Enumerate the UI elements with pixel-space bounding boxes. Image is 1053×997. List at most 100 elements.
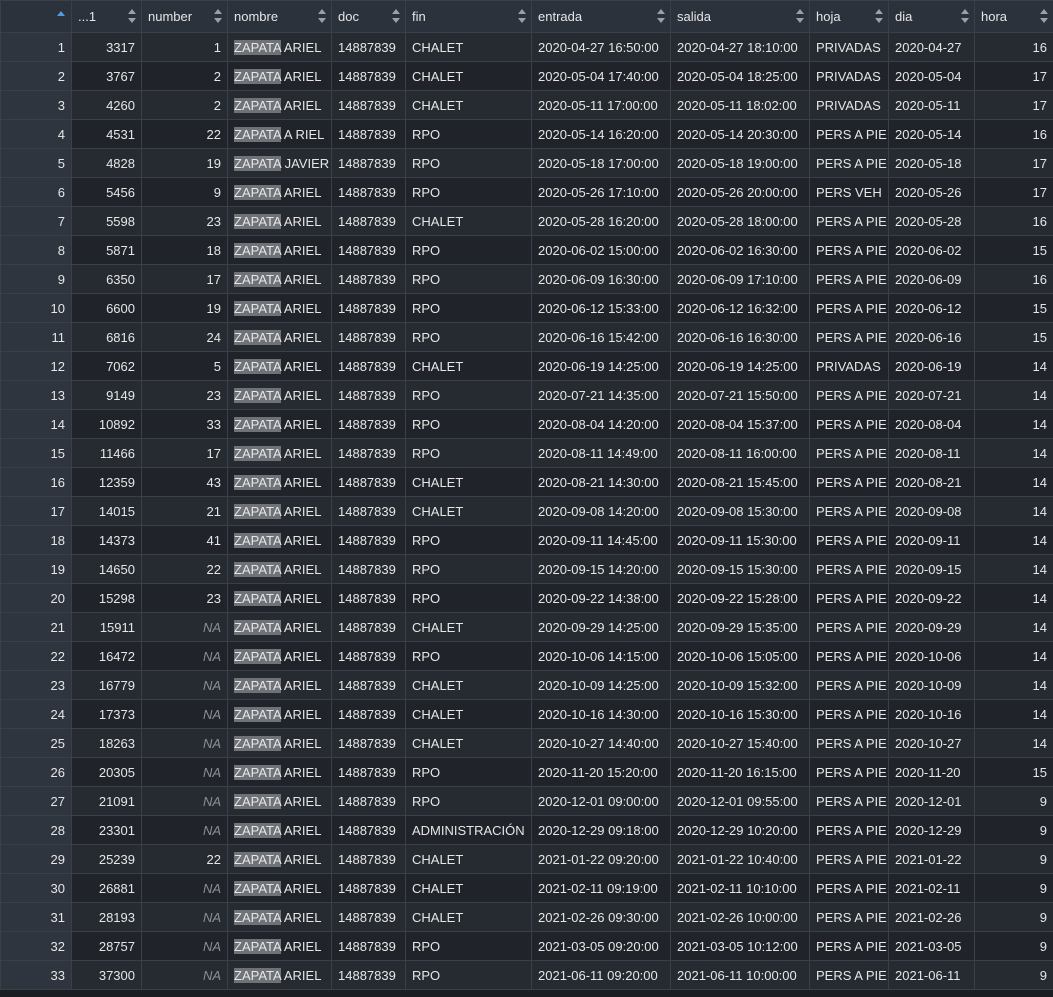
cell-1: 4828 — [71, 148, 142, 178]
cell-number: NA — [141, 902, 228, 932]
cell-dia: 2020-06-02 — [888, 235, 975, 265]
column-header-dia[interactable]: dia — [888, 0, 975, 33]
cell-hora: 14 — [974, 612, 1053, 642]
cell-dia: 2021-02-11 — [888, 873, 975, 903]
sort-icon[interactable] — [518, 9, 526, 23]
cell-hora: 9 — [974, 902, 1053, 932]
table-row: 23 16779 NA ZAPATA ARIEL 14887839 CHALET 2020-… — [0, 670, 1053, 700]
cell-nombre: ZAPATA ARIEL — [227, 728, 332, 758]
sort-icon[interactable] — [1040, 9, 1048, 23]
table-row: 7 5598 23 ZAPATA ARIEL 14887839 CHALET 2020-05… — [0, 206, 1053, 236]
cell-hoja: PERS A PIE — [809, 264, 889, 294]
cell-number: 19 — [141, 293, 228, 323]
column-header-doc[interactable]: doc — [331, 0, 406, 33]
cell-number: 22 — [141, 844, 228, 874]
cell-salida: 2020-05-11 18:02:00 — [670, 90, 810, 120]
sort-icon[interactable] — [128, 9, 136, 23]
nombre-rest: ARIEL — [283, 329, 322, 345]
sort-ascending-icon[interactable] — [57, 11, 65, 16]
cell-1: 23301 — [71, 815, 142, 845]
cell-hora: 14 — [974, 670, 1053, 700]
table-row: 11 6816 24 ZAPATA ARIEL 14887839 RPO 2020-06-1… — [0, 322, 1053, 352]
cell-hoja: PERS A PIE — [809, 496, 889, 526]
cell-fin: RPO — [405, 322, 532, 352]
cell-doc: 14887839 — [331, 496, 406, 526]
cell-number: NA — [141, 757, 228, 787]
cell-hora: 14 — [974, 583, 1053, 613]
sort-icon[interactable] — [392, 9, 400, 23]
table-row: 14 10892 33 ZAPATA ARIEL 14887839 RPO 2020-08-… — [0, 409, 1053, 439]
cell-fin: RPO — [405, 757, 532, 787]
sort-icon[interactable] — [318, 9, 326, 23]
row-index: 20 — [0, 583, 72, 613]
cell-nombre: ZAPATA ARIEL — [227, 32, 332, 62]
cell-dia: 2020-06-09 — [888, 264, 975, 294]
cell-entrada: 2020-10-09 14:25:00 — [531, 670, 671, 700]
cell-doc: 14887839 — [331, 119, 406, 149]
column-header-nombre[interactable]: nombre — [227, 0, 332, 33]
nombre-rest: ARIEL — [283, 648, 322, 664]
cell-hoja: PERS A PIE — [809, 960, 889, 990]
column-header-fin[interactable]: fin — [405, 0, 532, 33]
cell-salida: 2021-02-11 10:10:00 — [670, 873, 810, 903]
sort-icon[interactable] — [875, 9, 883, 23]
cell-hoja: PERS A PIE — [809, 235, 889, 265]
search-highlight: ZAPATA — [234, 474, 281, 490]
cell-1: 5871 — [71, 235, 142, 265]
cell-number: 22 — [141, 554, 228, 584]
cell-number: NA — [141, 960, 228, 990]
cell-doc: 14887839 — [331, 873, 406, 903]
cell-hora: 9 — [974, 931, 1053, 961]
nombre-rest: ARIEL — [283, 213, 322, 229]
cell-entrada: 2020-05-04 17:40:00 — [531, 61, 671, 91]
row-index: 16 — [0, 467, 72, 497]
table-row: 24 17373 NA ZAPATA ARIEL 14887839 CHALET 2020-… — [0, 699, 1053, 729]
cell-nombre: ZAPATA ARIEL — [227, 467, 332, 497]
row-index: 1 — [0, 32, 72, 62]
row-index: 30 — [0, 873, 72, 903]
cell-doc: 14887839 — [331, 380, 406, 410]
cell-nombre: ZAPATA ARIEL — [227, 844, 332, 874]
cell-salida: 2020-09-15 15:30:00 — [670, 554, 810, 584]
column-header-hora[interactable]: hora — [974, 0, 1053, 33]
cell-entrada: 2021-03-05 09:20:00 — [531, 931, 671, 961]
sort-icon[interactable] — [961, 9, 969, 23]
cell-entrada: 2020-10-06 14:15:00 — [531, 641, 671, 671]
cell-entrada: 2020-08-21 14:30:00 — [531, 467, 671, 497]
cell-fin: CHALET — [405, 902, 532, 932]
cell-nombre: ZAPATA A RIEL — [227, 119, 332, 149]
row-index: 7 — [0, 206, 72, 236]
cell-doc: 14887839 — [331, 815, 406, 845]
cell-1: 37300 — [71, 960, 142, 990]
cell-1: 18263 — [71, 728, 142, 758]
column-header-entrada[interactable]: entrada — [531, 0, 671, 33]
column-header-number[interactable]: number — [141, 0, 228, 33]
column-label: nombre — [234, 9, 279, 24]
column-header-salida[interactable]: salida — [670, 0, 810, 33]
column-header-1[interactable]: ...1 — [71, 0, 142, 33]
column-header-index[interactable] — [0, 0, 72, 33]
row-index: 18 — [0, 525, 72, 555]
nombre-rest: ARIEL — [283, 793, 322, 809]
horizontal-scrollbar[interactable] — [0, 990, 1053, 997]
cell-entrada: 2020-05-18 17:00:00 — [531, 148, 671, 178]
row-index: 9 — [0, 264, 72, 294]
cell-entrada: 2020-04-27 16:50:00 — [531, 32, 671, 62]
cell-salida: 2020-10-16 15:30:00 — [670, 699, 810, 729]
row-index: 29 — [0, 844, 72, 874]
cell-salida: 2020-08-04 15:37:00 — [670, 409, 810, 439]
search-highlight: ZAPATA — [234, 706, 281, 722]
cell-salida: 2020-09-11 15:30:00 — [670, 525, 810, 555]
cell-1: 28757 — [71, 931, 142, 961]
nombre-rest: ARIEL — [283, 735, 322, 751]
sort-icon[interactable] — [214, 9, 222, 23]
cell-doc: 14887839 — [331, 554, 406, 584]
table-row: 33 37300 NA ZAPATA ARIEL 14887839 RPO 2021-06-… — [0, 960, 1053, 990]
cell-dia: 2020-04-27 — [888, 32, 975, 62]
search-highlight: ZAPATA — [234, 619, 281, 635]
cell-1: 6350 — [71, 264, 142, 294]
search-highlight: ZAPATA — [234, 764, 281, 780]
sort-icon[interactable] — [657, 9, 665, 23]
column-header-hoja[interactable]: hoja — [809, 0, 889, 33]
sort-icon[interactable] — [796, 9, 804, 23]
